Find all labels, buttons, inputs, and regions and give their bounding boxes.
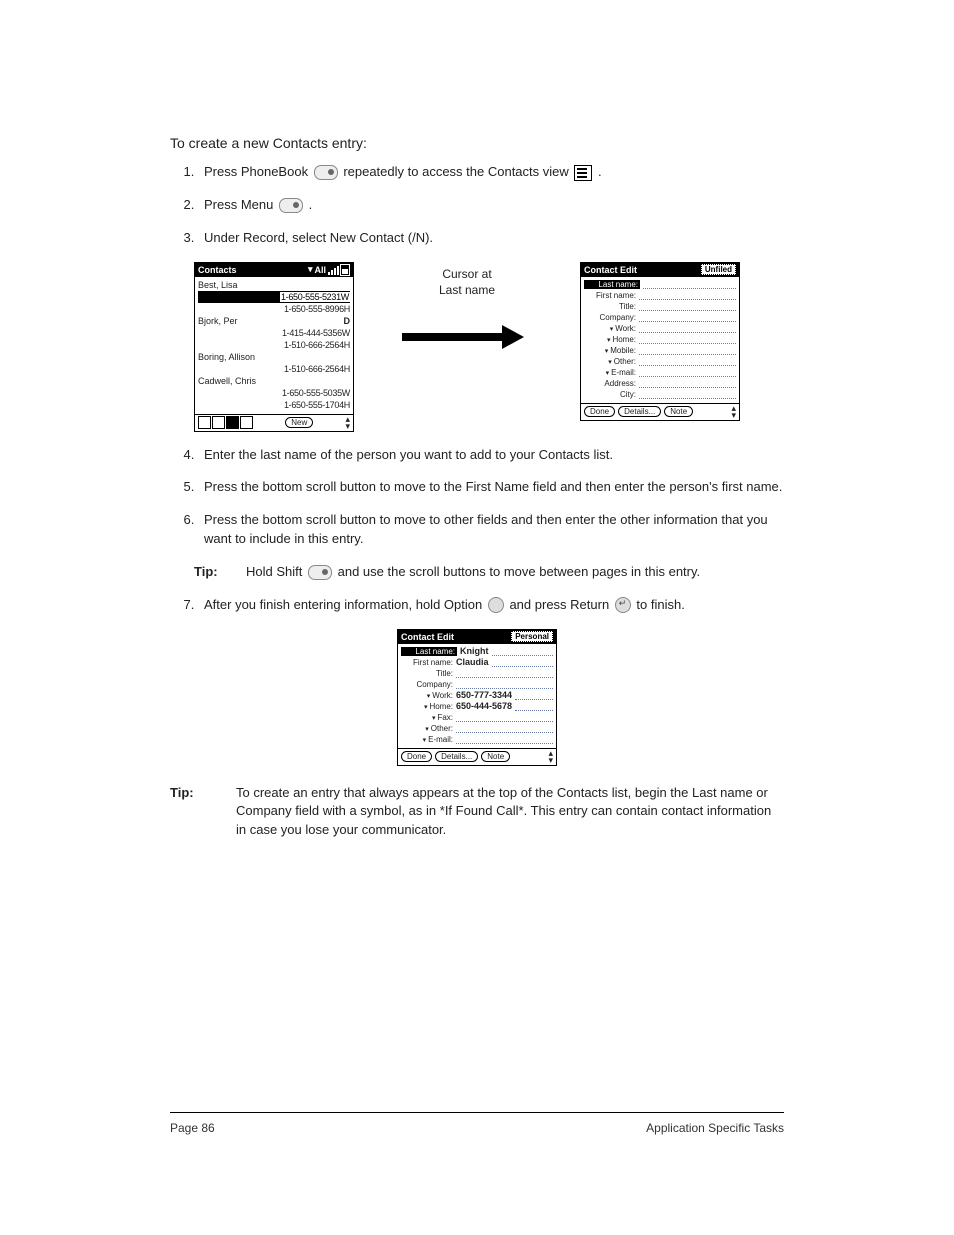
form-field: Home:: [584, 334, 736, 345]
steps-list-cont: Enter the last name of the person you wa…: [170, 446, 784, 549]
step-1-text-a: Press PhoneBook: [204, 164, 312, 179]
tip2-text: To create an entry that always appears a…: [236, 784, 784, 841]
scroll-arrows-icon: ▴▾: [345, 416, 350, 429]
option-icon: [488, 597, 504, 613]
done-button[interactable]: Done: [401, 751, 432, 762]
list-item: Bjork, PerD: [198, 315, 350, 327]
menu-icon: [279, 198, 303, 213]
form-field: Last name:: [584, 279, 736, 290]
list-item: Best, Lisa: [198, 279, 350, 291]
form-field: E-mail:: [584, 367, 736, 378]
steps-list-cont2: After you finish entering information, h…: [170, 596, 784, 615]
step-4: Enter the last name of the person you wa…: [198, 446, 784, 465]
list-item: 1-510-666-2564H: [198, 363, 350, 375]
step-7-text-b: and press Return: [509, 597, 612, 612]
step-1-text-c: .: [598, 164, 602, 179]
list-item: 1-415-444-5356W: [198, 327, 350, 339]
tip-label: Tip:: [194, 563, 228, 582]
form-field: Fax:: [401, 712, 553, 723]
figure-row-2: Contact Edit Personal Last name:KnightFi…: [170, 629, 784, 766]
step-7-text-c: to finish.: [636, 597, 684, 612]
done-button[interactable]: Done: [584, 406, 615, 417]
tip-label: Tip:: [170, 784, 218, 841]
form-field: Company:: [401, 679, 553, 690]
form-field: Work:650-777-3344: [401, 690, 553, 701]
battery-icon: [340, 264, 350, 276]
form-field: First name:Claudia: [401, 657, 553, 668]
tip-2: Tip: To create an entry that always appe…: [170, 784, 784, 841]
form-field: E-mail:: [401, 734, 553, 745]
list-item: 1-650-555-5035W: [198, 387, 350, 399]
arrow-right-icon: [402, 329, 532, 345]
contact-edit-blank-screenshot: Contact Edit Unfiled Last name:First nam…: [580, 262, 740, 421]
contacts-view-icon: [574, 165, 592, 181]
pda2-title: Contact Edit: [584, 265, 637, 275]
tip1-text-b: and use the scroll buttons to move betwe…: [338, 564, 701, 579]
tip1-text-a: Hold Shift: [246, 564, 306, 579]
contacts-list-screenshot: Contacts ▾ All Best, Lisa1-650-555-5231W…: [194, 262, 354, 432]
shift-icon: [308, 565, 332, 580]
step-7-text-a: After you finish entering information, h…: [204, 597, 486, 612]
form-field: City:: [584, 389, 736, 400]
pda2-category: Unfiled: [701, 264, 736, 275]
new-button[interactable]: New: [285, 417, 313, 428]
figure-row-1: Contacts ▾ All Best, Lisa1-650-555-5231W…: [194, 262, 784, 432]
form-field: Work:: [584, 323, 736, 334]
annotation-block: Cursor at Last name: [382, 262, 552, 346]
tip-1: Tip: Hold Shift and use the scroll butto…: [194, 563, 784, 582]
note-button[interactable]: Note: [664, 406, 693, 417]
form-field: Mobile:: [584, 345, 736, 356]
form-field: Address:: [584, 378, 736, 389]
section-title: Application Specific Tasks: [646, 1121, 784, 1135]
page-number: Page 86: [170, 1121, 215, 1135]
details-button[interactable]: Details...: [435, 751, 478, 762]
list-item: 1-650-555-8996H: [198, 303, 350, 315]
callout-line2: Last name: [439, 282, 495, 299]
step-1: Press PhoneBook repeatedly to access the…: [198, 163, 784, 182]
step-5: Press the bottom scroll button to move t…: [198, 478, 784, 497]
step-2: Press Menu .: [198, 196, 784, 215]
list-item: Boring, Allison: [198, 351, 350, 363]
scroll-arrows-icon: ▴▾: [731, 405, 736, 418]
view-switcher-icons: [198, 416, 253, 429]
signal-icon: [328, 265, 338, 275]
pda1-title: Contacts: [198, 265, 237, 275]
form-field: Last name:Knight: [401, 646, 553, 657]
form-field: Home:650-444-5678: [401, 701, 553, 712]
note-button[interactable]: Note: [481, 751, 510, 762]
list-item: 1-650-555-5231W: [198, 291, 350, 303]
footer-rule: [170, 1112, 784, 1113]
step-2-text-b: .: [309, 197, 313, 212]
contact-edit-filled-screenshot: Contact Edit Personal Last name:KnightFi…: [397, 629, 557, 766]
step-6: Press the bottom scroll button to move t…: [198, 511, 784, 549]
form-field: Title:: [584, 301, 736, 312]
step-2-text-a: Press Menu: [204, 197, 277, 212]
section-heading: To create a new Contacts entry:: [170, 135, 784, 151]
callout-line1: Cursor at: [439, 266, 495, 283]
list-item: 1-510-666-2564H: [198, 339, 350, 351]
form-field: Title:: [401, 668, 553, 679]
list-item: Cadwell, Chris: [198, 375, 350, 387]
pda3-category: Personal: [511, 631, 553, 642]
steps-list: Press PhoneBook repeatedly to access the…: [170, 163, 784, 248]
chevron-down-icon: ▾: [308, 264, 313, 275]
form-field: Company:: [584, 312, 736, 323]
step-7: After you finish entering information, h…: [198, 596, 784, 615]
pda3-title: Contact Edit: [401, 632, 454, 642]
details-button[interactable]: Details...: [618, 406, 661, 417]
form-field: Other:: [401, 723, 553, 734]
form-field: Other:: [584, 356, 736, 367]
step-1-text-b: repeatedly to access the Contacts view: [343, 164, 572, 179]
form-field: First name:: [584, 290, 736, 301]
pda1-category: All: [314, 265, 326, 275]
scroll-arrows-icon: ▴▾: [548, 750, 553, 763]
phonebook-icon: [314, 165, 338, 180]
list-item: 1-650-555-1704H: [198, 399, 350, 411]
return-icon: [615, 597, 631, 613]
step-3: Under Record, select New Contact (/N).: [198, 229, 784, 248]
